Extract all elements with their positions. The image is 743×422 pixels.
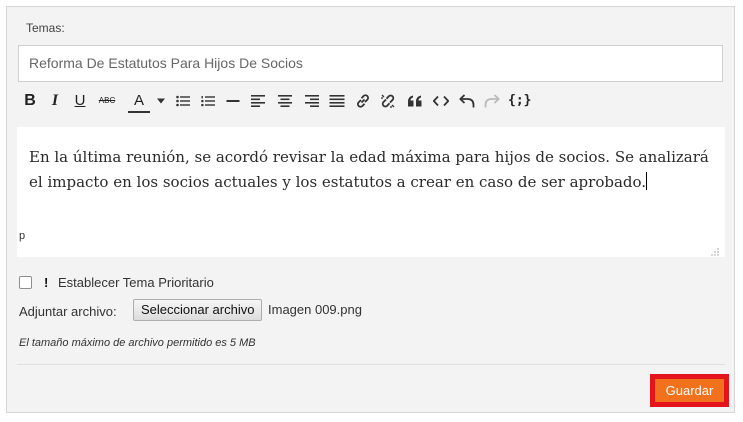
strikethrough-button[interactable]: ABC	[95, 89, 119, 113]
element-path: p	[19, 230, 26, 242]
max-size-note: El tamaño máximo de archivo permitido es…	[19, 337, 256, 349]
topic-form-panel: Temas: Reforma De Estatutos Para Hijos D…	[6, 6, 735, 413]
numbered-list-icon[interactable]	[199, 89, 217, 113]
italic-button[interactable]: I	[47, 89, 63, 113]
resize-handle-icon[interactable]	[711, 243, 719, 256]
rich-text-editor[interactable]: En la última reunión, se acordó revisar …	[17, 127, 725, 257]
undo-icon[interactable]	[458, 89, 476, 113]
choose-file-button[interactable]: Seleccionar archivo	[133, 299, 263, 321]
unlink-icon[interactable]	[379, 89, 397, 113]
redo-icon[interactable]	[483, 89, 501, 113]
save-button[interactable]: Guardar	[655, 379, 724, 402]
horizontal-rule-icon[interactable]	[224, 89, 242, 113]
code-icon[interactable]	[431, 89, 451, 113]
bullet-list-icon[interactable]	[174, 89, 192, 113]
exclamation-icon: !	[44, 275, 49, 290]
priority-label[interactable]: Establecer Tema Prioritario	[58, 275, 214, 291]
underline-button[interactable]: U	[72, 89, 88, 113]
editor-toolbar: B I U ABC A {;}	[17, 89, 727, 115]
attach-label: Adjuntar archivo:	[19, 304, 117, 319]
bold-button[interactable]: B	[21, 89, 39, 113]
chevron-down-icon[interactable]	[155, 89, 167, 113]
align-left-icon[interactable]	[249, 89, 267, 113]
link-icon[interactable]	[354, 89, 372, 113]
selected-file-name: Imagen 009.png	[268, 302, 362, 317]
source-code-button[interactable]: {;}	[508, 89, 531, 113]
text-color-button[interactable]: A	[128, 89, 150, 113]
subject-input[interactable]: Reforma De Estatutos Para Hijos De Socio…	[18, 45, 723, 82]
align-center-icon[interactable]	[276, 89, 294, 113]
editor-text: En la última reunión, se acordó revisar …	[29, 148, 709, 191]
align-right-icon[interactable]	[303, 89, 321, 113]
justify-icon[interactable]	[328, 89, 346, 113]
blockquote-icon[interactable]	[406, 89, 424, 113]
divider	[17, 364, 725, 365]
editor-content[interactable]: En la última reunión, se acordó revisar …	[29, 145, 709, 195]
save-button-highlight: Guardar	[650, 374, 729, 407]
temas-label: Temas:	[26, 21, 65, 35]
text-caret	[646, 172, 648, 190]
priority-checkbox[interactable]	[19, 276, 32, 289]
